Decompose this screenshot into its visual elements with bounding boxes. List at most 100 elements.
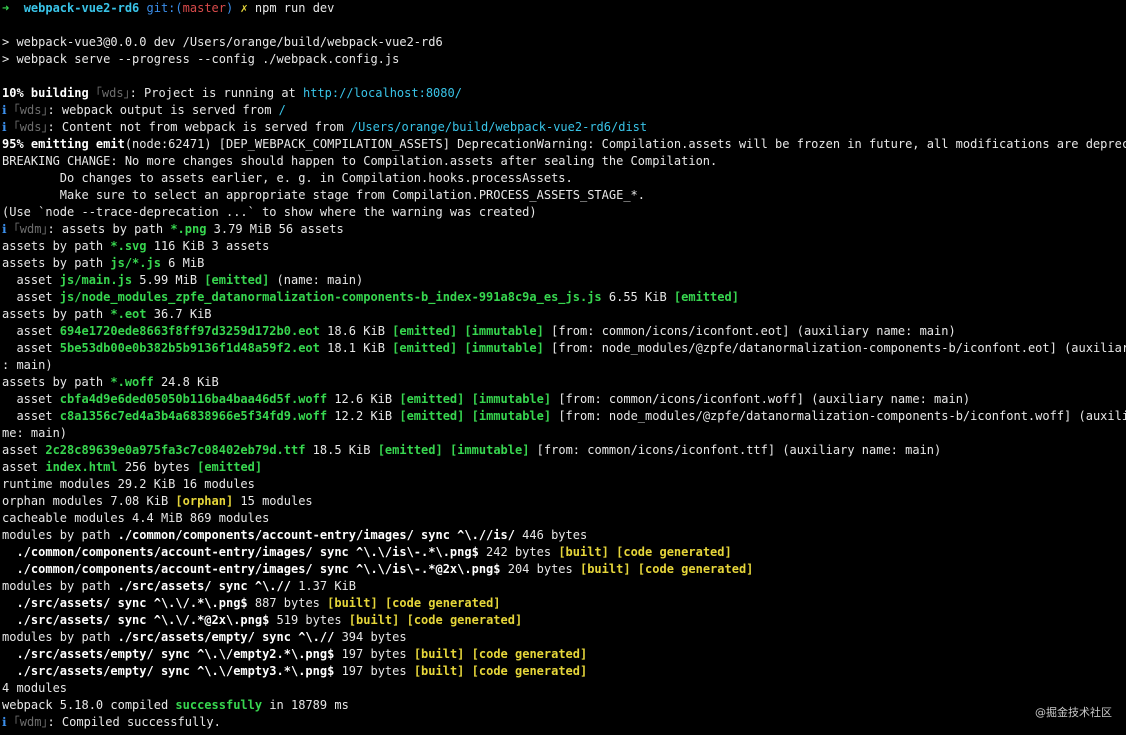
terminal-text-segment: > webpack serve --progress --config ./we…: [2, 52, 400, 66]
terminal-text-segment: modules by path: [2, 528, 118, 542]
terminal-text-segment: 887 bytes: [247, 596, 328, 610]
terminal-text-segment: : Project is running at: [129, 86, 303, 100]
terminal-line: assets by path *.woff 24.8 KiB: [2, 374, 1126, 391]
terminal-line: 10% building ｢wds｣: Project is running a…: [2, 85, 1126, 102]
terminal-text-segment: 15 modules: [233, 494, 313, 508]
terminal-text-segment: ➜: [2, 1, 24, 15]
terminal-text-segment: [code generated]: [406, 613, 523, 627]
terminal-text-segment: assets by path: [2, 307, 111, 321]
terminal-text-segment: 204 bytes: [500, 562, 580, 576]
terminal-text-segment: 394 bytes: [334, 630, 407, 644]
terminal-text-segment: [built]: [348, 613, 400, 627]
terminal-text-segment: [emitted]: [392, 341, 458, 355]
terminal-line: ℹ ｢wdm｣: Compiled successfully.: [2, 714, 1126, 731]
terminal-text-segment: index.html: [45, 460, 118, 474]
terminal-text-segment: ｢wds｣: [13, 103, 48, 117]
terminal-text-segment: [emitted]: [392, 324, 458, 338]
terminal-text-segment: ✗: [233, 1, 248, 15]
terminal-text-segment: [built]: [413, 647, 465, 661]
terminal-text-segment: [immutable]: [449, 443, 530, 457]
terminal-text-segment: [emitted]: [197, 460, 263, 474]
terminal-text-segment: [from: node_modules/@zpfe/datanormalizat…: [543, 341, 1126, 355]
terminal-line: ℹ ｢wds｣: webpack output is served from /: [2, 102, 1126, 119]
terminal-line: ./src/assets/empty/ sync ^\.\/empty2.*\.…: [2, 646, 1126, 663]
terminal-text-segment: *.png: [170, 222, 207, 236]
terminal-text-segment: [emitted]: [204, 273, 270, 287]
terminal-text-segment: /Users/orange/build/webpack-vue2-rd6/dis…: [350, 120, 648, 134]
terminal-text-segment: [built]: [327, 596, 378, 610]
terminal-text-segment: runtime modules 29.2 KiB 16 modules: [2, 477, 255, 491]
terminal-text-segment: Make sure to select an appropriate stage…: [2, 188, 645, 202]
terminal-text-segment: ./src/assets/empty/ sync ^\.//: [117, 630, 335, 644]
terminal-text-segment: [immutable]: [471, 392, 552, 406]
terminal-text-segment: [orphan]: [175, 494, 234, 508]
terminal-text-segment: 36.7 KiB: [146, 307, 212, 321]
terminal-text-segment: asset: [2, 443, 46, 457]
terminal-text-segment: 24.8 KiB: [153, 375, 219, 389]
terminal-text-segment: ./common/components/account-entry/images…: [117, 528, 515, 542]
terminal-text-segment: [emitted]: [399, 409, 465, 423]
terminal-text-segment: 18.6 KiB: [319, 324, 393, 338]
terminal-text-segment: cbfa4d9e6ded05050b116ba4baa46d5f.woff: [59, 392, 328, 406]
terminal-text-segment: ./src/assets/ sync ^\.\/.*\.png$: [2, 596, 248, 610]
terminal-line: ./src/assets/ sync ^\.\/.*\.png$ 887 byt…: [2, 595, 1126, 612]
terminal-text-segment: [from: common/icons/iconfont.ttf] (auxil…: [529, 443, 942, 457]
terminal-text-segment: 18.5 KiB: [305, 443, 378, 457]
terminal-text-segment: [code generated]: [616, 545, 732, 559]
terminal-line: > webpack-vue3@0.0.0 dev /Users/orange/b…: [2, 34, 1126, 51]
terminal-text-segment: [immutable]: [464, 324, 544, 338]
terminal-text-segment: 10% building: [2, 86, 89, 100]
terminal-line: modules by path ./common/components/acco…: [2, 527, 1126, 544]
terminal-text-segment: asset: [2, 341, 60, 355]
terminal-line: asset c8a1356c7ed4a3b4a6838966e5f34fd9.w…: [2, 408, 1126, 425]
terminal-line: ℹ ｢wdm｣: assets by path *.png 3.79 MiB 5…: [2, 221, 1126, 238]
terminal-text-segment: [from: common/icons/iconfont.eot] (auxil…: [543, 324, 956, 338]
terminal-text-segment: git:(: [139, 1, 183, 15]
terminal-text-segment: modules by path: [2, 630, 118, 644]
terminal-text-segment: [built]: [558, 545, 609, 559]
terminal-line: runtime modules 29.2 KiB 16 modules: [2, 476, 1126, 493]
terminal-line: ➜ webpack-vue2-rd6 git:(master) ✗ npm ru…: [2, 0, 1126, 17]
terminal-text-segment: (Use `node --trace-deprecation ...` to s…: [2, 205, 537, 219]
terminal-line: cacheable modules 4.4 MiB 869 modules: [2, 510, 1126, 527]
terminal-text-segment: *.woff: [110, 375, 154, 389]
terminal-line: asset cbfa4d9e6ded05050b116ba4baa46d5f.w…: [2, 391, 1126, 408]
terminal-text-segment: assets by path: [2, 239, 111, 253]
terminal-text-segment: ./common/components/account-entry/images…: [2, 545, 479, 559]
terminal-line: 4 modules: [2, 680, 1126, 697]
terminal-text-segment: 6 MiB: [160, 256, 205, 270]
terminal-text-segment: asset: [2, 409, 60, 423]
terminal-text-segment: 694e1720ede8663f8ff97d3259d172b0.eot: [59, 324, 320, 338]
terminal-text-segment: assets by path: [2, 256, 111, 270]
terminal-line: assets by path js/*.js 6 MiB: [2, 255, 1126, 272]
terminal-output[interactable]: ➜ webpack-vue2-rd6 git:(master) ✗ npm ru…: [2, 0, 1126, 735]
terminal-text-segment: [emitted]: [673, 290, 739, 304]
terminal-text-segment: : Compiled successfully.: [47, 715, 221, 729]
terminal-line: orphan modules 7.08 KiB [orphan] 15 modu…: [2, 493, 1126, 510]
terminal-text-segment: [built]: [413, 664, 465, 678]
terminal-text-segment: 1.37 KiB: [290, 579, 357, 593]
terminal-text-segment: [code generated]: [471, 664, 588, 678]
terminal-text-segment: 6.55 KiB: [601, 290, 674, 304]
terminal-text-segment: modules by path: [2, 579, 118, 593]
terminal-line: (Use `node --trace-deprecation ...` to s…: [2, 204, 1126, 221]
terminal-text-segment: 5be53db00e0b382b5b9136f1d48a59f2.eot: [59, 341, 320, 355]
terminal-text-segment: *.svg: [110, 239, 147, 253]
terminal-line: ℹ ｢wds｣: Content not from webpack is ser…: [2, 119, 1126, 136]
terminal-text-segment: webpack-vue2-rd6: [23, 1, 140, 15]
terminal-line: Do changes to assets earlier, e. g. in C…: [2, 170, 1126, 187]
terminal-text-segment: ./common/components/account-entry/images…: [2, 562, 501, 576]
terminal-text-segment: /: [278, 103, 286, 117]
terminal-line: asset js/main.js 5.99 MiB [emitted] (nam…: [2, 272, 1126, 289]
terminal-text-segment: ℹ: [2, 120, 14, 134]
terminal-text-segment: [code generated]: [637, 562, 754, 576]
terminal-text-segment: [immutable]: [471, 409, 552, 423]
terminal-text-segment: [emitted]: [399, 392, 465, 406]
terminal-line: ./common/components/account-entry/images…: [2, 561, 1126, 578]
terminal-text-segment: in 18789 ms: [262, 698, 349, 712]
terminal-text-segment: 197 bytes: [334, 664, 414, 678]
